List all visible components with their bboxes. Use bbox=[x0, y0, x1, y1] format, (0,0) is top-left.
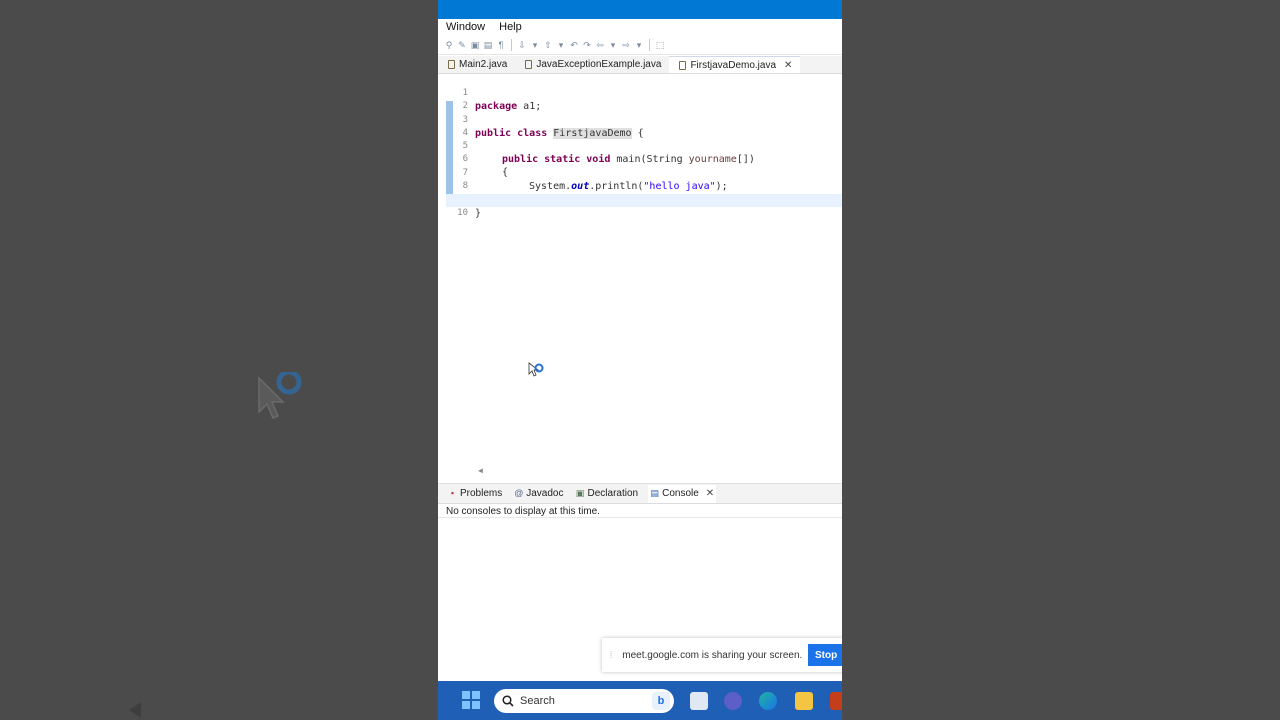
code-line: 8 } bbox=[446, 167, 842, 205]
screen-share-notification: ⦙ meet.google.com is sharing your screen… bbox=[602, 638, 842, 672]
bottom-panel-tab-bar: ▪ Problems @ Javadoc ▣ Declaration ▤ Con… bbox=[438, 483, 842, 503]
tab-label: Problems bbox=[460, 488, 503, 499]
chevron-down-icon[interactable]: ▾ bbox=[556, 40, 566, 50]
code-line: 7 System.out.println("hello java"); bbox=[446, 154, 842, 192]
close-icon[interactable]: ✕ bbox=[784, 60, 792, 71]
current-code-line: 10 bbox=[446, 194, 842, 218]
toolbar-separator bbox=[511, 38, 512, 51]
word-wrap-icon[interactable]: ▤ bbox=[483, 40, 493, 50]
toolbar: ⚲ ✎ ▣ ▤ ¶ ⇩ ▾ ⇧ ▾ ↶ ↷ ⇦ ▾ ⇨ ▾ ⬚ bbox=[438, 35, 842, 55]
menu-bar: Window Help bbox=[438, 19, 842, 35]
tab-label: JavaExceptionExample.java bbox=[536, 59, 662, 70]
teams-chat-icon[interactable] bbox=[724, 692, 742, 710]
tab-console[interactable]: ▤ Console ✕ bbox=[648, 484, 717, 503]
chevron-down-icon[interactable]: ▾ bbox=[634, 40, 644, 50]
code-line: 1 package a1; bbox=[446, 74, 842, 112]
close-icon[interactable]: ✕ bbox=[706, 488, 714, 499]
menu-item-help[interactable]: Help bbox=[499, 21, 522, 33]
toolbar-separator bbox=[649, 38, 650, 51]
tab-javadoc[interactable]: @ Javadoc bbox=[512, 485, 565, 503]
java-file-icon bbox=[448, 60, 455, 69]
task-view-icon[interactable] bbox=[690, 692, 708, 710]
console-icon: ▤ bbox=[650, 488, 659, 498]
tab-firstjava-demo[interactable]: FirstjavaDemo.java ✕ bbox=[669, 56, 801, 73]
tab-label: Main2.java bbox=[459, 59, 508, 70]
file-explorer-icon[interactable] bbox=[795, 692, 813, 710]
drag-handle-icon[interactable]: ⦙ bbox=[610, 650, 612, 661]
link-editor-icon[interactable]: ⚲ bbox=[444, 40, 454, 50]
line-number: 10 bbox=[457, 208, 468, 218]
code-line: 5 public static void main(String yournam… bbox=[446, 127, 842, 165]
horizontal-scrollbar[interactable]: ◀ bbox=[446, 466, 842, 475]
java-file-icon bbox=[525, 60, 533, 69]
pin-editor-icon[interactable]: ⬚ bbox=[655, 40, 665, 50]
backdrop-left bbox=[0, 0, 438, 720]
ide-window: Window Help ⚲ ✎ ▣ ▤ ¶ ⇩ ▾ ⇧ ▾ ↶ ↷ ⇦ ▾ ⇨ … bbox=[438, 0, 842, 720]
forward-icon[interactable]: ⇨ bbox=[621, 40, 631, 50]
java-file-icon bbox=[679, 60, 687, 70]
backdrop-right bbox=[842, 0, 1280, 720]
last-edit-icon[interactable]: ↶ bbox=[569, 40, 579, 50]
search-label: Search bbox=[520, 695, 555, 707]
code-editor[interactable]: 1 package a1; 2 3 public class Firstjava… bbox=[446, 74, 842, 475]
back-icon[interactable]: ⇦ bbox=[595, 40, 605, 50]
tab-java-exception-example[interactable]: JavaExceptionExample.java bbox=[515, 56, 669, 73]
panel-divider bbox=[438, 517, 842, 518]
code-line: 4 bbox=[446, 114, 842, 138]
chevron-down-icon[interactable]: ▾ bbox=[530, 40, 540, 50]
tab-label: Declaration bbox=[587, 488, 639, 499]
stop-sharing-button[interactable]: Stop bbox=[808, 644, 842, 666]
windows-start-icon[interactable] bbox=[462, 691, 480, 709]
tab-problems[interactable]: ▪ Problems bbox=[446, 485, 504, 503]
bing-icon[interactable]: b bbox=[652, 692, 670, 710]
tab-declaration[interactable]: ▣ Declaration bbox=[574, 485, 641, 503]
code-line: 9 } bbox=[446, 181, 842, 219]
block-selection-icon[interactable]: ▣ bbox=[470, 40, 480, 50]
scroll-left-icon[interactable]: ◀ bbox=[478, 466, 483, 475]
busy-cursor-icon bbox=[528, 362, 544, 377]
tab-label: FirstjavaDemo.java bbox=[690, 59, 777, 71]
previous-annotation-icon[interactable]: ⇧ bbox=[543, 40, 553, 50]
redo-icon[interactable]: ↷ bbox=[582, 40, 592, 50]
code-line: 2 bbox=[446, 87, 842, 111]
javadoc-icon: @ bbox=[514, 488, 524, 498]
whitespace-icon[interactable]: ¶ bbox=[496, 40, 506, 50]
code-line: 3 public class FirstjavaDemo { bbox=[446, 101, 842, 139]
highlight-icon[interactable]: ✎ bbox=[457, 40, 467, 50]
edge-browser-icon[interactable] bbox=[759, 692, 777, 710]
declaration-icon: ▣ bbox=[575, 488, 585, 498]
console-empty-message: No consoles to display at this time. bbox=[446, 506, 600, 517]
tab-label: Console bbox=[662, 488, 699, 499]
powerpoint-icon[interactable] bbox=[830, 692, 842, 710]
search-icon bbox=[502, 695, 514, 707]
next-annotation-icon[interactable]: ⇩ bbox=[517, 40, 527, 50]
taskbar: Search b bbox=[438, 681, 842, 720]
problems-icon: ▪ bbox=[450, 488, 455, 498]
title-bar bbox=[438, 0, 842, 19]
ghost-mouse-cursor-icon bbox=[258, 372, 302, 419]
chevron-down-icon[interactable]: ▾ bbox=[608, 40, 618, 50]
editor-tab-bar: Main2.java JavaExceptionExample.java Fir… bbox=[438, 56, 842, 74]
ghost-back-arrow-icon bbox=[129, 702, 141, 718]
share-status-text: meet.google.com is sharing your screen. bbox=[622, 649, 803, 661]
taskbar-search-box[interactable]: Search b bbox=[494, 689, 674, 713]
menu-item-window[interactable]: Window bbox=[446, 21, 485, 33]
code-line: 6 { bbox=[446, 140, 842, 178]
tab-main2-java[interactable]: Main2.java bbox=[438, 56, 515, 73]
tab-label: Javadoc bbox=[526, 488, 564, 499]
